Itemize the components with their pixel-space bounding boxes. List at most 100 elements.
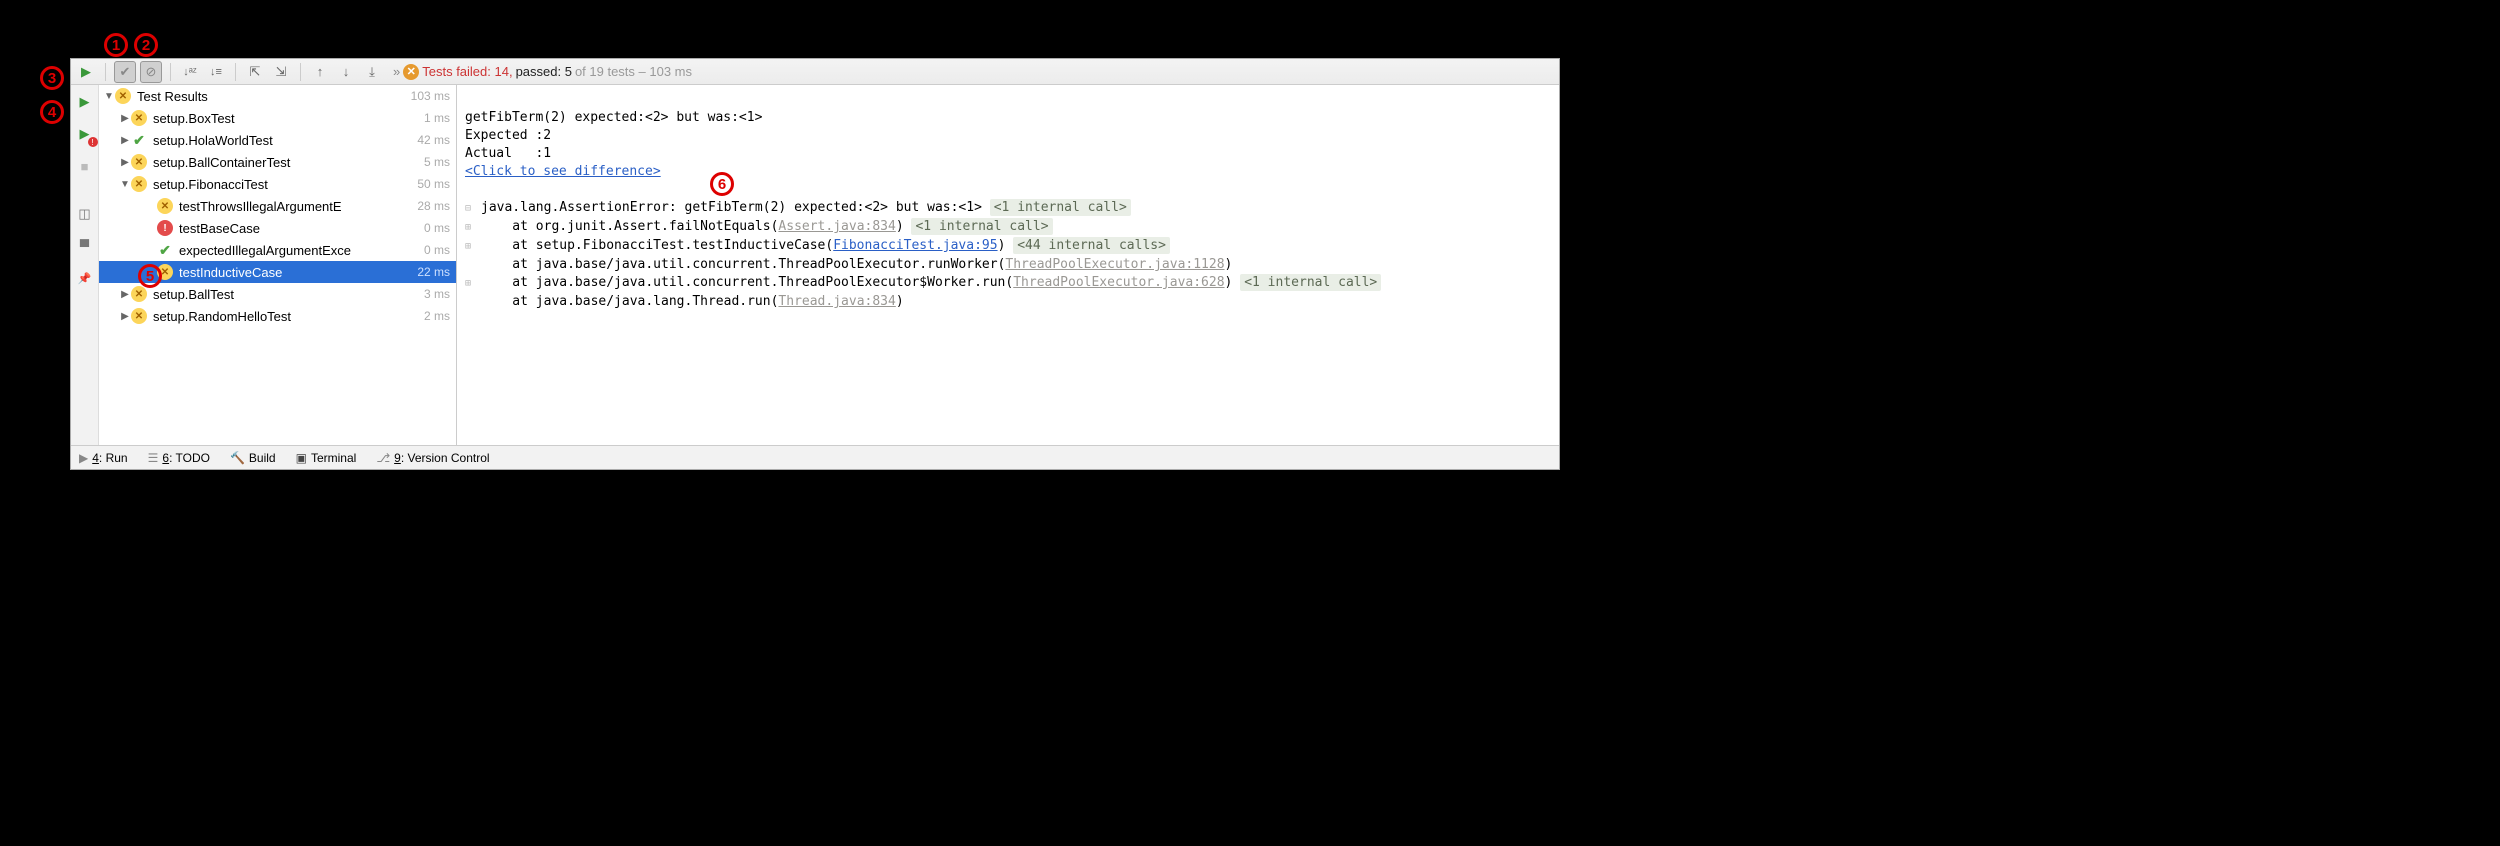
callout-5: 5 <box>138 264 162 288</box>
fail-status-icon: ✕ <box>403 64 419 80</box>
stack-link[interactable]: FibonacciTest.java:95 <box>833 238 997 253</box>
left-rail: ▶ ▶ ! ■ ◫ ▀ 📌 <box>71 85 99 445</box>
show-ignored-icon[interactable]: ⊘ <box>140 61 162 83</box>
tree-label: testBaseCase <box>179 221 424 236</box>
console-line: at java.base/java.util.concurrent.Thread… <box>481 257 1005 272</box>
rerun-icon[interactable]: ▶ <box>74 91 96 113</box>
tree-timing: 103 ms <box>411 89 450 103</box>
fold-icon[interactable]: ⊟ <box>465 200 477 218</box>
show-passed-icon[interactable]: ✔ <box>114 61 136 83</box>
internal-calls-badge[interactable]: <44 internal calls> <box>1013 237 1170 254</box>
status-fail-icon: ✕ <box>131 176 147 192</box>
build-tool-tab[interactable]: 🔨Build <box>230 451 276 465</box>
collapse-all-icon[interactable]: ⇲ <box>270 61 292 83</box>
list-icon: ☰ <box>148 451 159 465</box>
internal-calls-badge[interactable]: <1 internal call> <box>990 199 1131 216</box>
tree-timing: 0 ms <box>424 221 450 235</box>
tree-row[interactable]: ▶✕ setup.BallContainerTest5 ms <box>99 151 456 173</box>
stack-link[interactable]: ThreadPoolExecutor.java:1128 <box>1005 257 1224 272</box>
fold-icon[interactable]: ⊞ <box>465 238 477 256</box>
export-results-icon[interactable]: ⤓ <box>361 61 383 83</box>
console-line: at setup.FibonacciTest.testInductiveCase… <box>481 238 833 253</box>
callout-3: 3 <box>40 66 64 90</box>
console-line: Actual :1 <box>465 146 551 161</box>
tree-label: setup.FibonacciTest <box>153 177 417 192</box>
prev-failed-icon[interactable]: ↑ <box>309 61 331 83</box>
status-pass-icon: ✔ <box>131 132 147 148</box>
rerun-failed-icon[interactable]: ▶ ! <box>74 123 96 145</box>
splitter-icon[interactable]: ▀ <box>74 235 96 257</box>
sort-duration-icon[interactable]: ↓≡ <box>205 61 227 83</box>
tree-row[interactable]: ✔expectedIllegalArgumentExce0 ms <box>99 239 456 261</box>
expand-arrow-icon[interactable]: ▶ <box>119 135 131 146</box>
tree-timing: 0 ms <box>424 243 450 257</box>
tree-label: setup.BallTest <box>153 287 424 302</box>
tree-timing: 28 ms <box>417 199 450 213</box>
expand-arrow-icon[interactable]: ▶ <box>119 311 131 322</box>
todo-tool-tab[interactable]: ☰6: TODO <box>148 451 210 465</box>
tree-row[interactable]: !testBaseCase0 ms <box>99 217 456 239</box>
console-line: java.lang.AssertionError: getFibTerm(2) … <box>481 200 982 215</box>
status-pass-icon: ✔ <box>157 242 173 258</box>
run-tool-tab[interactable]: ▶4: Run <box>79 451 128 465</box>
expand-arrow-icon[interactable]: ▶ <box>119 157 131 168</box>
failed-count: Tests failed: 14, <box>422 64 512 79</box>
pin-icon[interactable]: 📌 <box>74 267 96 289</box>
tree-root[interactable]: ▼ ✕ Test Results 103 ms <box>99 85 456 107</box>
run-tests-icon[interactable]: ▶ <box>75 61 97 83</box>
expand-arrow-icon[interactable]: ▼ <box>119 179 131 190</box>
terminal-icon: ▣ <box>296 451 307 465</box>
expand-all-icon[interactable]: ⇱ <box>244 61 266 83</box>
summary-chevron-icon: » <box>393 64 400 79</box>
tree-timing: 5 ms <box>424 155 450 169</box>
hammer-icon: 🔨 <box>230 451 245 465</box>
sort-alpha-icon[interactable]: ↓ᵃᶻ <box>179 61 201 83</box>
expand-arrow-icon[interactable]: ▶ <box>119 289 131 300</box>
internal-calls-badge[interactable]: <1 internal call> <box>1240 274 1381 291</box>
tree-row[interactable]: ▶✕setup.BoxTest1 ms <box>99 107 456 129</box>
stack-link[interactable]: Assert.java:834 <box>778 219 895 234</box>
test-summary: » ✕ Tests failed: 14, passed: 5 of 19 te… <box>393 64 692 80</box>
tree-timing: 1 ms <box>424 111 450 125</box>
status-fail-icon: ✕ <box>131 308 147 324</box>
tree-timing: 42 ms <box>417 133 450 147</box>
status-fail-icon: ✕ <box>131 154 147 170</box>
next-failed-icon[interactable]: ↓ <box>335 61 357 83</box>
tree-label: Test Results <box>137 89 411 104</box>
console-output[interactable]: getFibTerm(2) expected:<2> but was:<1> E… <box>457 85 1559 445</box>
tree-timing: 2 ms <box>424 309 450 323</box>
tree-row[interactable]: ▼✕ setup.FibonacciTest50 ms <box>99 173 456 195</box>
tree-row[interactable]: ✕testThrowsIllegalArgumentE28 ms <box>99 195 456 217</box>
callout-2: 2 <box>134 33 158 57</box>
stack-link[interactable]: Thread.java:834 <box>778 294 895 309</box>
stop-icon[interactable]: ■ <box>74 155 96 177</box>
terminal-tool-tab[interactable]: ▣Terminal <box>296 451 357 465</box>
separator <box>170 63 171 81</box>
callout-6: 6 <box>710 172 734 196</box>
tree-label: testInductiveCase <box>179 265 417 280</box>
separator <box>235 63 236 81</box>
tree-timing: 3 ms <box>424 287 450 301</box>
expand-arrow-icon[interactable]: ▼ <box>103 91 115 102</box>
status-fail-icon: ✕ <box>131 286 147 302</box>
expand-arrow-icon[interactable]: ▶ <box>119 113 131 124</box>
ide-window: ▶ ✔ ⊘ ↓ᵃᶻ ↓≡ ⇱ ⇲ ↑ ↓ ⤓ » ✕ Tests failed:… <box>70 58 1560 470</box>
console-line: at java.base/java.lang.Thread.run( <box>481 294 778 309</box>
ide-body: ▶ ▶ ! ■ ◫ ▀ 📌 ▼ ✕ Test Results 103 ms ▶✕… <box>71 85 1559 445</box>
tree-timing: 22 ms <box>417 265 450 279</box>
fold-icon[interactable]: ⊞ <box>465 275 477 293</box>
tree-row[interactable]: ▶✔setup.HolaWorldTest42 ms <box>99 129 456 151</box>
stack-link[interactable]: ThreadPoolExecutor.java:628 <box>1013 275 1224 290</box>
fold-icon[interactable]: ⊞ <box>465 219 477 237</box>
separator <box>300 63 301 81</box>
tree-timing: 50 ms <box>417 177 450 191</box>
see-difference-link[interactable]: <Click to see difference> <box>465 164 661 179</box>
tree-row[interactable]: ▶✕ setup.RandomHelloTest2 ms <box>99 305 456 327</box>
internal-calls-badge[interactable]: <1 internal call> <box>911 218 1052 235</box>
console-line: getFibTerm(2) expected:<2> but was:<1> <box>465 110 762 125</box>
layout-icon[interactable]: ◫ <box>74 203 96 225</box>
vcs-tool-tab[interactable]: ⎇9: Version Control <box>376 451 489 465</box>
tree-label: setup.RandomHelloTest <box>153 309 424 324</box>
tree-label: setup.BallContainerTest <box>153 155 424 170</box>
callout-1: 1 <box>104 33 128 57</box>
